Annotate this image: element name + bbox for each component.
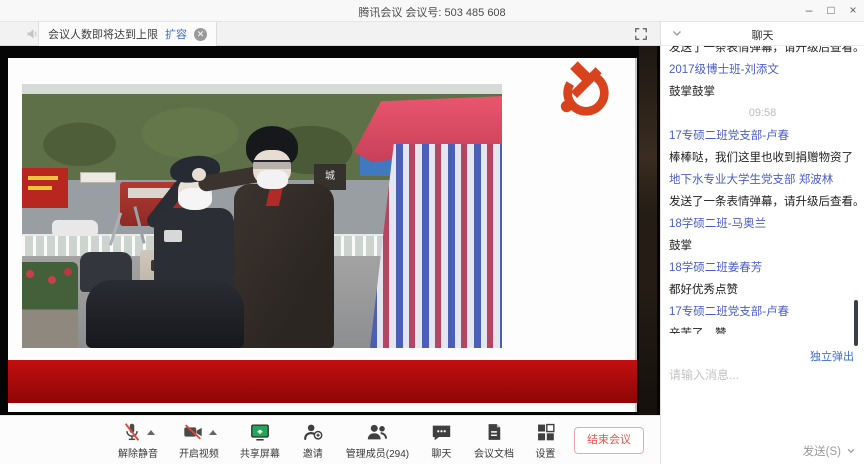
chat-message-sender: 17专硕二班党支部-卢春 (669, 303, 856, 319)
invite-button[interactable]: 邀请 (301, 420, 325, 464)
photo-checker-mask (257, 170, 288, 189)
photo-rider-mask (178, 188, 212, 210)
end-meeting-button[interactable]: 结束会议 (574, 427, 644, 454)
chat-message-text: 辛苦了，赞 (669, 325, 856, 334)
members-icon (364, 421, 390, 443)
chat-message-list: 发送了一条表情弹幕，请升级后查看。 2017级博士班-刘添文 鼓掌鼓掌 09:5… (661, 46, 864, 334)
shared-slide: 城 (8, 58, 637, 412)
send-options-chevron-icon[interactable] (846, 446, 856, 456)
video-options-caret[interactable] (209, 430, 217, 435)
party-emblem-icon (556, 61, 614, 119)
minimize-button[interactable]: – (798, 0, 820, 22)
mic-options-caret[interactable] (147, 430, 155, 435)
settings-button[interactable]: 设置 (535, 420, 556, 464)
window-title: 腾讯会议 会议号: 503 485 608 (0, 4, 864, 20)
photo-checker-torso (234, 184, 334, 348)
meeting-main-pane: 会议人数即将达到上限 扩容 ✕ 城 (0, 22, 660, 464)
photo-planter (22, 262, 78, 348)
chat-message-sender: 18学硕二班姜春芳 (669, 259, 856, 275)
screen-share-icon (248, 421, 272, 443)
chat-icon (430, 421, 453, 443)
invite-icon (301, 421, 325, 443)
video-edge-strip (639, 46, 657, 415)
manage-members-button[interactable]: 管理成员(294) (346, 420, 409, 464)
video-stage: 城 (0, 46, 660, 415)
chat-message-text: 鼓掌鼓掌 (669, 83, 856, 99)
announcement-icon (26, 28, 38, 40)
meeting-docs-button[interactable]: 会议文档 (474, 420, 514, 464)
slide-red-band (8, 360, 637, 403)
meeting-toolbar: 解除静音 开启视频 (0, 415, 660, 464)
chat-scrollbar[interactable] (854, 300, 858, 346)
chat-message-sender: 17专硕二班党支部-卢春 (669, 127, 856, 143)
chat-header: 聊天 (661, 22, 864, 46)
chat-title: 聊天 (661, 27, 864, 43)
fullscreen-icon[interactable] (634, 27, 648, 41)
camera-off-icon (181, 421, 205, 443)
capacity-warning-text: 会议人数即将达到上限 (48, 26, 158, 42)
chat-message-text: 发送了一条表情弹幕，请升级后查看。 (669, 46, 856, 55)
photo-red-banner (22, 168, 68, 208)
chat-message-text: 都好优秀点赞 (669, 281, 856, 297)
photo-checker-glasses (253, 160, 291, 169)
chat-panel: 聊天 发送了一条表情弹幕，请升级后查看。 2017级博士班-刘添文 鼓掌鼓掌 0… (660, 22, 864, 464)
video-photo: 城 (22, 84, 502, 348)
document-icon (484, 421, 504, 443)
expand-capacity-link[interactable]: 扩容 (165, 26, 187, 42)
chat-message-text: 发送了一条表情弹幕，请升级后查看。 (669, 193, 856, 209)
photo-rider-badge (164, 230, 182, 242)
window-titlebar: 腾讯会议 会议号: 503 485 608 – □ × (0, 0, 864, 22)
photo-car (52, 220, 98, 235)
maximize-button[interactable]: □ (820, 0, 842, 22)
settings-icon (535, 421, 556, 443)
photo-shop-sign (80, 172, 116, 183)
chat-message-text: 鼓掌 (669, 237, 856, 253)
photo-motorcycle (86, 280, 244, 348)
unmute-button[interactable]: 解除静音 (118, 420, 158, 464)
close-button[interactable]: × (842, 0, 864, 22)
share-screen-button[interactable]: 共享屏幕 (240, 420, 280, 464)
capacity-warning-tab: 会议人数即将达到上限 扩容 ✕ (38, 22, 217, 46)
chat-message-text: 棒棒哒，我们这里也收到捐赠物资了 (669, 149, 856, 165)
mic-muted-icon (121, 421, 143, 443)
chat-message-sender: 18学硕二班-马奥兰 (669, 215, 856, 231)
close-icon[interactable]: ✕ (194, 28, 207, 41)
chat-message-sender: 2017级博士班-刘添文 (669, 61, 856, 77)
start-video-button[interactable]: 开启视频 (179, 420, 219, 464)
notification-bar: 会议人数即将达到上限 扩容 ✕ (0, 22, 660, 46)
chat-message-sender: 地下水专业大学生党支部 郑波林 (669, 171, 856, 187)
chat-button[interactable]: 聊天 (430, 420, 453, 464)
send-button[interactable]: 发送(S) (803, 443, 856, 459)
photo-checker-hand (192, 168, 206, 181)
chat-input[interactable] (661, 362, 864, 434)
chat-timestamp: 09:58 (669, 107, 856, 119)
